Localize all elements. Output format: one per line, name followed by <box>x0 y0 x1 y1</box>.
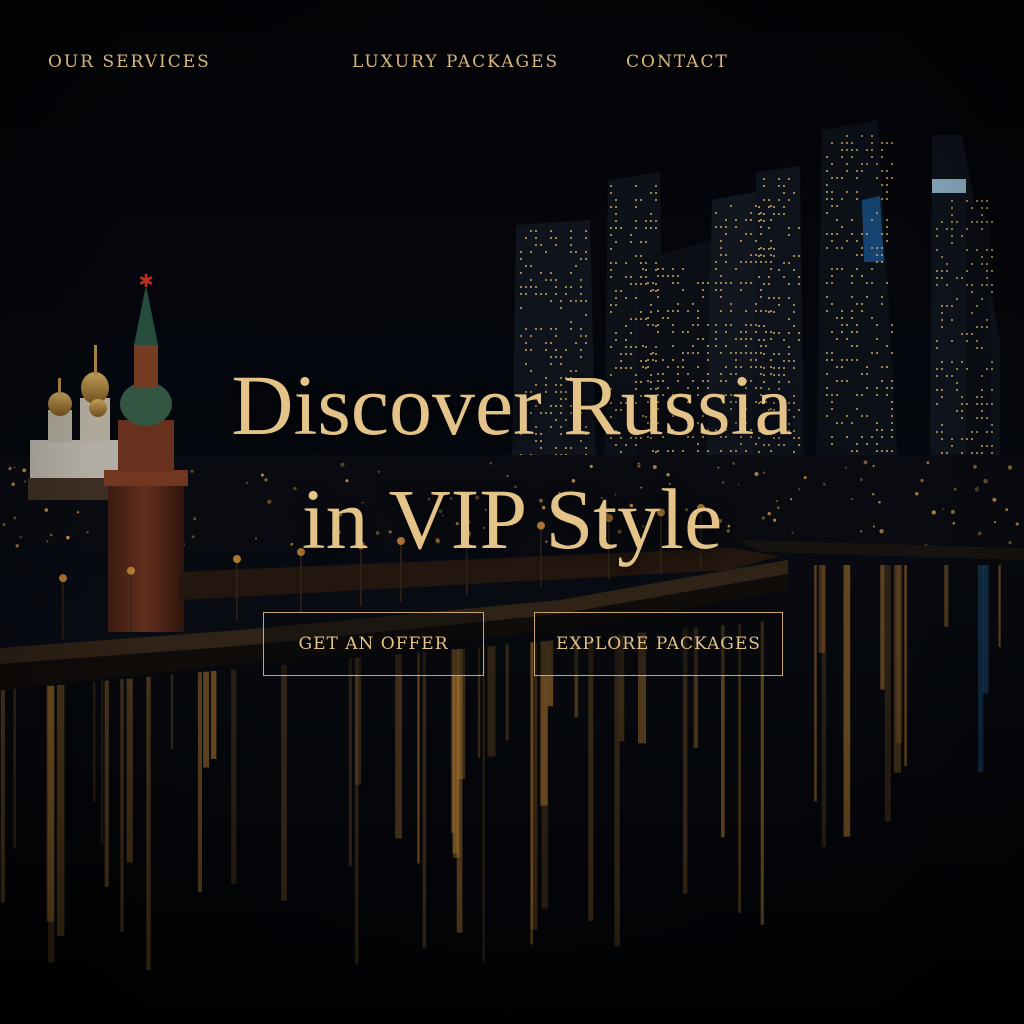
nav-luxury-packages[interactable]: LUXURY PACKAGES <box>352 50 559 74</box>
hero-title-line-2: in VIP Style <box>301 471 723 567</box>
get-offer-button[interactable]: GET AN OFFER <box>263 612 484 676</box>
nav-contact[interactable]: CONTACT <box>626 50 729 74</box>
hero-title: Discover Russia in VIP Style <box>0 348 1024 576</box>
explore-packages-button[interactable]: EXPLORE PACKAGES <box>534 612 783 676</box>
hero-title-line-1: Discover Russia <box>231 357 793 453</box>
nav-our-services[interactable]: OUR SERVICES <box>48 50 211 74</box>
